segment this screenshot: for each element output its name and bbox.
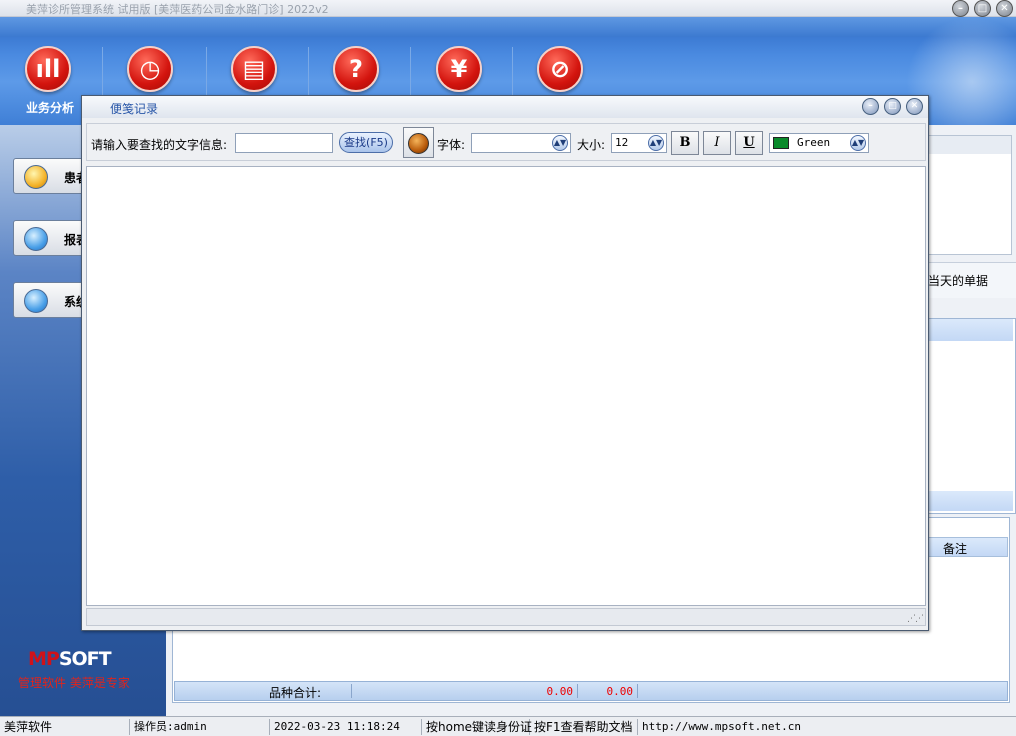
status-id-hint: 按home键读身份证 xyxy=(422,719,532,735)
status-url[interactable]: http://www.mpsoft.net.cn xyxy=(638,719,1016,735)
chevron-down-icon: ▲▼ xyxy=(850,135,866,151)
grid-header xyxy=(929,319,1013,341)
notes-dialog: 便笺记录 – □ ✕ 请输入要查找的文字信息: 查找(F5) 字体: ▲▼ 大小… xyxy=(81,95,929,631)
resize-grip-icon[interactable]: ⋰⋰ xyxy=(907,614,924,624)
color-picker-button[interactable] xyxy=(403,127,434,158)
chevron-down-icon: ▲▼ xyxy=(648,135,664,151)
close-button[interactable]: ✕ xyxy=(996,0,1013,17)
restore-button[interactable]: □ xyxy=(974,0,991,17)
forbidden-icon: ⊘ xyxy=(537,46,583,92)
size-label: 大小: xyxy=(577,138,606,152)
tab-today-documents[interactable]: 当天的单据 xyxy=(924,262,1016,298)
notes-editor[interactable] xyxy=(86,166,926,606)
summary-value-1: 0.00 xyxy=(546,685,574,698)
orange-ball-icon xyxy=(24,165,48,189)
document-icon: ▤ xyxy=(231,46,277,92)
help-icon: ? xyxy=(333,46,379,92)
dialog-minimize-button[interactable]: – xyxy=(862,98,879,115)
summary-value-2: 0.00 xyxy=(606,685,634,698)
grid-footer xyxy=(929,491,1013,511)
dialog-statusbar: ⋰⋰ xyxy=(86,608,926,626)
find-button[interactable]: 查找(F5) xyxy=(339,132,393,153)
status-app: 美萍软件 xyxy=(0,719,130,735)
search-input[interactable] xyxy=(235,133,333,153)
status-datetime: 2022-03-23 11:18:24 xyxy=(270,719,422,735)
window-title: 美萍诊所管理系统 试用版 [美萍医药公司金水路门诊] 2022v2 xyxy=(26,3,329,16)
status-help-hint: 按F1查看帮助文档 xyxy=(530,719,638,735)
column-header-remark[interactable]: 备注 xyxy=(924,537,1008,557)
bold-button[interactable]: B xyxy=(671,131,699,155)
dialog-titlebar[interactable]: 便笺记录 – □ ✕ xyxy=(82,96,928,118)
summary-label: 品种合计: xyxy=(269,686,322,700)
summary-bar: 品种合计: 0.00 0.00 xyxy=(174,681,1008,701)
documents-grid[interactable] xyxy=(924,318,1016,514)
bar-chart-icon: ıll xyxy=(25,46,71,92)
underline-button[interactable]: U xyxy=(735,131,763,155)
statusbar: 美萍软件 操作员:admin 2022-03-23 11:18:24 按home… xyxy=(0,716,1016,736)
font-select[interactable]: ▲▼ xyxy=(471,133,571,153)
mpsoft-logo: MPSOFT xyxy=(28,648,112,670)
italic-button[interactable]: I xyxy=(703,131,731,155)
dialog-close-button[interactable]: ✕ xyxy=(906,98,923,115)
window-titlebar: 美萍诊所管理系统 试用版 [美萍医药公司金水路门诊] 2022v2 – □ ✕ xyxy=(0,0,1016,17)
color-select[interactable]: Green ▲▼ xyxy=(769,133,869,153)
slogan: 管理软件 美萍是专家 xyxy=(18,676,130,690)
clock-icon: ◷ xyxy=(127,46,173,92)
font-label: 字体: xyxy=(437,138,466,152)
dialog-title: 便笺记录 xyxy=(110,102,159,116)
chevron-down-icon: ▲▼ xyxy=(552,135,568,151)
dialog-restore-button[interactable]: □ xyxy=(884,98,901,115)
search-label: 请输入要查找的文字信息: xyxy=(91,138,228,152)
color-swatch xyxy=(773,137,789,149)
dialog-toolbar: 请输入要查找的文字信息: 查找(F5) 字体: ▲▼ 大小: 12 ▲▼ B I… xyxy=(86,123,926,161)
minimize-button[interactable]: – xyxy=(952,0,969,17)
blue-ball-icon xyxy=(24,227,48,251)
palette-icon xyxy=(408,133,429,154)
size-select[interactable]: 12 ▲▼ xyxy=(611,133,667,153)
status-operator: 操作员:admin xyxy=(130,719,270,735)
yen-icon: ¥ xyxy=(436,46,482,92)
blue-ball-icon xyxy=(24,289,48,313)
tab-label: 当天的单据 xyxy=(928,274,989,288)
